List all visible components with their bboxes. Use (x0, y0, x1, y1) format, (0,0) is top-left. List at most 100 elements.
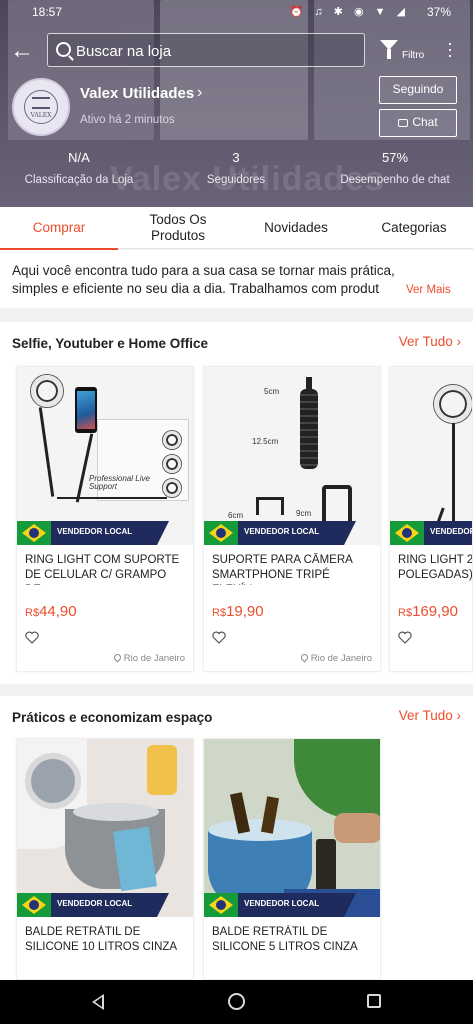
logo-mark (32, 97, 50, 109)
status-bar: 18:57 ⏰ ♫ ✱ ◉ ▼ ◢ 37% (0, 0, 473, 24)
shop-tabs: Comprar Todos Os Produtos Novidades Cate… (0, 207, 473, 250)
product-card[interactable]: VENDEDOR LOCAL RING LIGHT 26 POLEGADAS) … (389, 366, 473, 672)
shop-stats: N/A Classificação da Loja 3 Seguidores 5… (0, 150, 473, 198)
shop-description: Aqui você encontra tudo para a sua casa … (0, 250, 473, 308)
stat-label: Seguidores (206, 174, 266, 186)
chevron-right-icon[interactable]: › (197, 84, 202, 102)
phone-clamp (256, 497, 259, 515)
section-title: Selfie, Youtuber e Home Office (12, 336, 209, 351)
chevron-right-icon: › (456, 708, 462, 723)
badge-text: VENDEDOR LOCAL (57, 527, 133, 536)
product-image: VENDEDOR LOCAL (204, 739, 380, 917)
section-selfie-youtuber: Selfie, Youtuber e Home Office Ver Tudo … (0, 322, 473, 684)
chat-button[interactable]: Chat (379, 109, 457, 137)
nav-recents-icon[interactable] (367, 994, 381, 1008)
product-price: R$19,90 (212, 603, 264, 620)
product-name: BALDE RETRÁTIL DE SILICONE 5 LITROS CINZ… (212, 926, 358, 953)
search-box[interactable] (47, 33, 365, 67)
badge-text: VENDEDOR LOCAL (244, 899, 320, 908)
see-more-link[interactable]: Ver Mais (406, 281, 451, 299)
ring-light-icon (31, 375, 63, 407)
stat-value: 3 (232, 150, 240, 165)
hand (334, 813, 380, 843)
dimension-label: 9cm (296, 509, 312, 518)
phone-image (75, 387, 97, 433)
heart-icon[interactable] (212, 631, 226, 644)
shop-name[interactable]: Valex Utilidades (80, 85, 194, 102)
status-icons: ⏰ ♫ ✱ ◉ ▼ ◢ (289, 6, 409, 18)
section-title: Práticos e economizam espaço (12, 710, 213, 725)
heart-icon[interactable] (25, 631, 39, 644)
ring-light-icon (163, 455, 181, 473)
gooseneck (38, 407, 55, 497)
shop-logo[interactable]: VALEX (12, 78, 70, 136)
product-name: SUPORTE PARA CÂMERA SMARTPHONE TRIPÉ FLE… (212, 554, 353, 585)
ring-light-icon (163, 431, 181, 449)
section-praticos: Práticos e economizam espaço Ver Tudo › … (0, 696, 473, 980)
shop-banner: Valex Utilidades 18:57 ⏰ ♫ ✱ ◉ ▼ ◢ 37% ←… (0, 0, 473, 207)
tab-novidades[interactable]: Novidades (248, 207, 344, 249)
brazil-flag-icon (17, 521, 51, 545)
product-card[interactable]: 5cm 12.5cm 6cm 9cm VENDEDOR LOCAL SUPORT… (203, 366, 381, 672)
badge-text: VENDEDOR LOCAL (244, 527, 320, 536)
stat-label: Desempenho de chat (340, 174, 450, 186)
nav-back-icon[interactable] (92, 994, 104, 1010)
stat-label: Classificação da Loja (24, 174, 134, 186)
tab-todos-os-produtos[interactable]: Todos Os Produtos (130, 207, 226, 249)
product-image: VENDEDOR LOCAL (390, 367, 473, 545)
stat-followers[interactable]: 3 Seguidores (176, 150, 296, 186)
logo-text: VALEX (30, 112, 52, 119)
brazil-flag-icon (390, 521, 424, 545)
system-navigation-bar (0, 980, 473, 1024)
dimension-label: 5cm (264, 387, 280, 396)
more-options-icon[interactable]: · · · (444, 34, 456, 64)
stat-rating: N/A Classificação da Loja (10, 150, 148, 186)
heart-icon[interactable] (398, 631, 412, 644)
product-card[interactable]: VENDEDOR LOCAL BALDE RETRÁTIL DE SILICON… (16, 738, 194, 980)
stat-chat-performance: 57% Desempenho de chat (330, 150, 460, 186)
gooseneck (75, 433, 94, 503)
filter-label: Filtro (402, 50, 425, 61)
product-image: Professional Live Support VENDEDOR LOCAL (17, 367, 193, 545)
see-all-link[interactable]: Ver Tudo › (399, 708, 461, 723)
box-label: Professional Live Support (89, 474, 150, 491)
location-text: Rio de Janeiro (123, 653, 185, 664)
see-all-link[interactable]: Ver Tudo › (399, 334, 461, 349)
back-arrow-icon[interactable]: ← (10, 38, 38, 66)
product-card[interactable]: VENDEDOR LOCAL BALDE RETRÁTIL DE SILICON… (203, 738, 381, 980)
filter-icon (380, 40, 398, 59)
filter-button[interactable]: Filtro (380, 40, 430, 64)
search-input[interactable] (76, 40, 356, 62)
brazil-flag-icon (204, 521, 238, 545)
brazil-flag-icon (204, 893, 238, 917)
nav-home-icon[interactable] (228, 993, 245, 1010)
badge-text: VENDEDOR LOCAL (430, 527, 473, 536)
tab-categorias[interactable]: Categorias (364, 207, 464, 249)
price-value: 44,90 (39, 603, 77, 620)
dimension-label: 12.5cm (252, 437, 279, 446)
status-time: 18:57 (32, 5, 63, 19)
local-seller-badge: VENDEDOR LOCAL (17, 521, 169, 545)
see-all-label: Ver Tudo (398, 334, 453, 349)
chat-icon (398, 119, 409, 127)
price-currency: R$ (25, 607, 40, 619)
detergent-bottle (147, 745, 177, 795)
product-name: BALDE RETRÁTIL DE SILICONE 10 LITROS CIN… (25, 926, 178, 953)
tab-comprar[interactable]: Comprar (0, 207, 118, 250)
search-icon (56, 42, 71, 57)
phone-clamp (256, 497, 284, 500)
product-price: R$169,90 (398, 603, 458, 620)
product-location: Rio de Janeiro (112, 652, 185, 664)
stat-value: 57% (381, 150, 409, 165)
product-card[interactable]: Professional Live Support VENDEDOR LOCAL… (16, 366, 194, 672)
product-image: 5cm 12.5cm 6cm 9cm VENDEDOR LOCAL (204, 367, 380, 545)
follow-button[interactable]: Seguindo (379, 76, 457, 104)
location-pin-icon (299, 652, 310, 663)
chevron-right-icon: › (456, 334, 462, 349)
local-seller-badge: VENDEDOR LOCAL (204, 521, 356, 545)
price-currency: R$ (398, 607, 413, 619)
local-seller-badge: VENDEDOR LOCAL (390, 521, 473, 545)
stat-value: N/A (68, 150, 90, 165)
local-seller-badge: VENDEDOR LOCAL (17, 893, 169, 917)
badge-text: VENDEDOR LOCAL (57, 899, 133, 908)
